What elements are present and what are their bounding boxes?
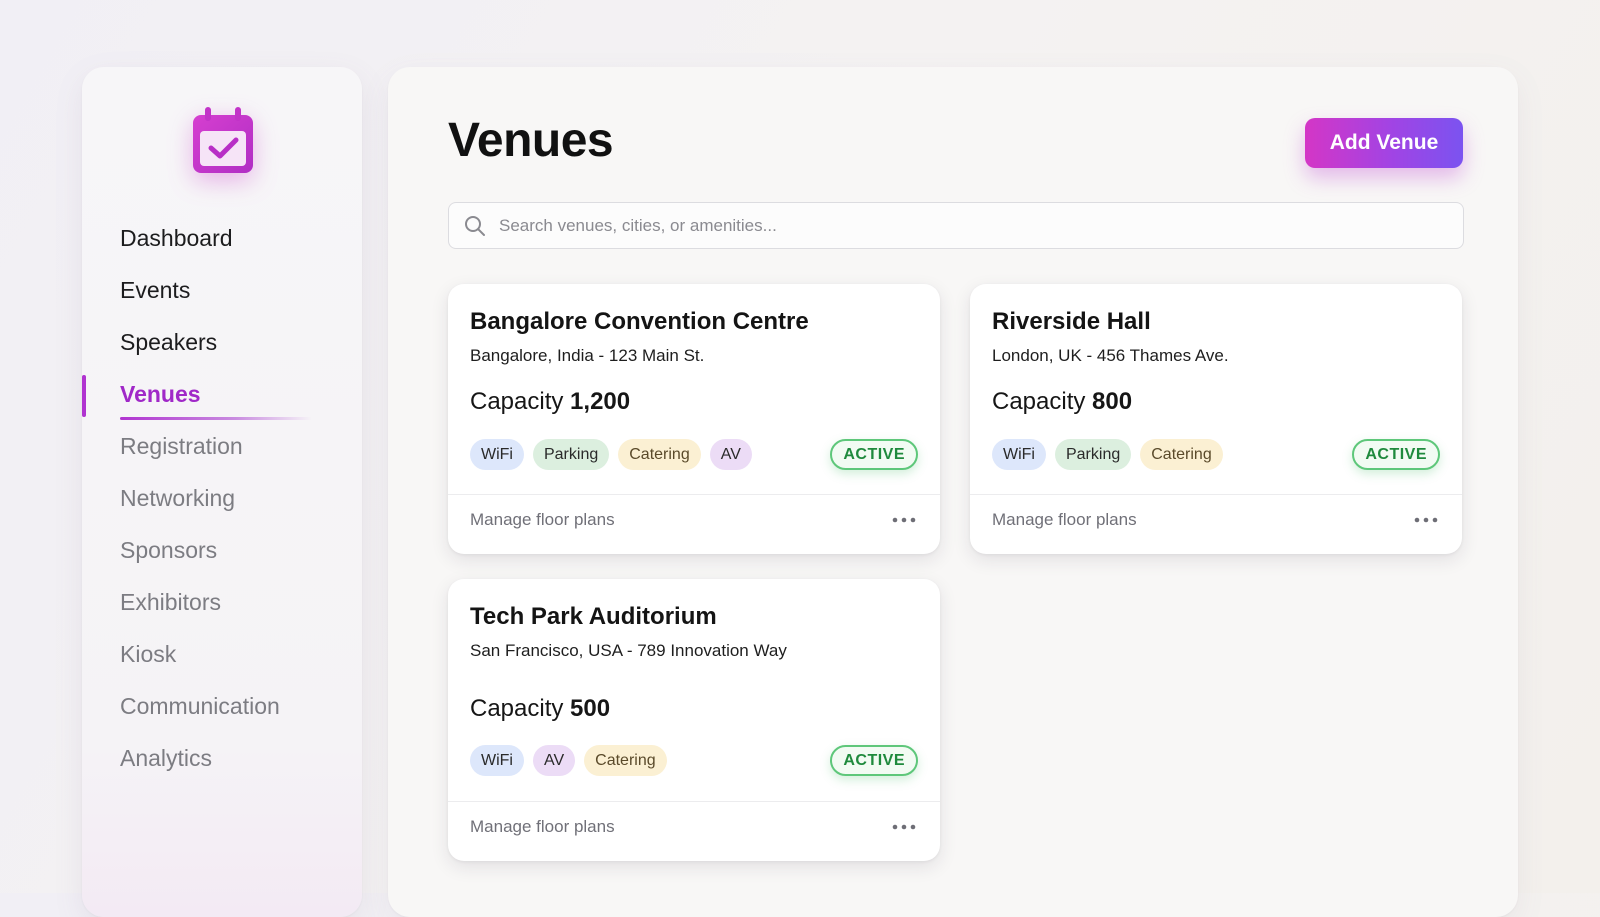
amenity-chip-parking: Parking [532,439,610,470]
more-options-icon[interactable] [890,817,918,837]
page-title: Venues [448,114,614,167]
sidebar: Dashboard Events Speakers Venues Registr… [82,67,362,917]
search-input[interactable] [499,203,1449,248]
venue-capacity: Capacity 500 [470,695,610,723]
capacity-label: Capacity [992,388,1086,415]
venue-name: Riverside Hall [992,308,1151,335]
manage-floor-plans-link[interactable]: Manage floor plans [992,510,1137,530]
amenity-list: WiFi Parking Catering [992,439,1223,470]
capacity-value: 1,200 [570,388,631,415]
venue-address: London, UK - 456 Thames Ave. [992,346,1229,365]
search-bar [448,202,1464,249]
venue-capacity: Capacity 800 [992,388,1132,416]
venue-address: Bangalore, India - 123 Main St. [470,346,705,365]
sidebar-item-sponsors[interactable]: Sponsors [82,533,362,585]
sidebar-item-events[interactable]: Events [82,273,362,325]
more-options-icon[interactable] [1412,510,1440,530]
amenity-chip-catering: Catering [1140,439,1223,470]
venue-address: San Francisco, USA - 789 Innovation Way [470,641,787,660]
venue-capacity: Capacity 1,200 [470,388,630,416]
venue-card[interactable]: Tech Park Auditorium San Francisco, USA … [448,579,940,861]
venue-name: Tech Park Auditorium [470,603,717,630]
amenity-chip-parking: Parking [1054,439,1132,470]
sidebar-item-analytics[interactable]: Analytics [82,741,362,793]
sidebar-item-speakers[interactable]: Speakers [82,325,362,377]
amenity-chip-wifi: WiFi [470,745,524,776]
add-venue-button[interactable]: Add Venue [1305,118,1463,168]
amenity-list: WiFi AV Catering [470,745,667,776]
venue-card[interactable]: Bangalore Convention Centre Bangalore, I… [448,284,940,554]
sidebar-item-registration[interactable]: Registration [82,429,362,481]
sidebar-item-venues[interactable]: Venues [82,375,362,429]
venue-name: Bangalore Convention Centre [470,308,809,335]
manage-floor-plans-link[interactable]: Manage floor plans [470,817,615,837]
sidebar-item-communication[interactable]: Communication [82,689,362,741]
more-options-icon[interactable] [890,510,918,530]
status-badge: ACTIVE [830,745,918,776]
status-badge: ACTIVE [830,439,918,470]
calendar-check-icon[interactable] [190,105,256,175]
card-divider [970,494,1462,495]
card-divider [448,801,940,802]
amenity-chip-wifi: WiFi [470,439,524,470]
sidebar-nav: Dashboard Events Speakers Venues Registr… [82,221,362,793]
amenity-chip-catering: Catering [618,439,701,470]
sidebar-item-networking[interactable]: Networking [82,481,362,533]
main-panel: Venues Add Venue Bangalore Convention Ce… [388,67,1518,917]
sidebar-item-exhibitors[interactable]: Exhibitors [82,585,362,637]
amenity-chip-wifi: WiFi [992,439,1046,470]
status-badge: ACTIVE [1352,439,1440,470]
card-divider [448,494,940,495]
capacity-value: 500 [570,695,611,722]
venue-card[interactable]: Riverside Hall London, UK - 456 Thames A… [970,284,1462,554]
amenity-chip-catering: Catering [584,745,667,776]
amenity-list: WiFi Parking Catering AV [470,439,752,470]
capacity-value: 800 [1092,388,1133,415]
sidebar-item-dashboard[interactable]: Dashboard [82,221,362,273]
capacity-label: Capacity [470,695,564,722]
amenity-chip-av: AV [532,745,576,776]
manage-floor-plans-link[interactable]: Manage floor plans [470,510,615,530]
amenity-chip-av: AV [709,439,752,470]
search-icon [465,216,485,236]
capacity-label: Capacity [470,388,564,415]
sidebar-item-kiosk[interactable]: Kiosk [82,637,362,689]
